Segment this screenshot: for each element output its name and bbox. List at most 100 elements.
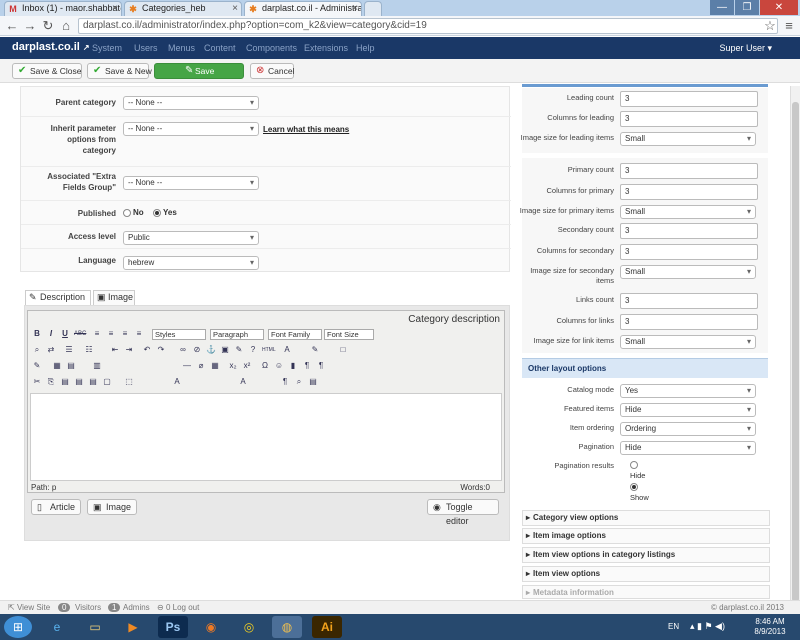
section-category-view-options[interactable]: ▸ Category view options (522, 510, 770, 526)
new-tab-button[interactable] (364, 1, 382, 16)
secondary-count-input[interactable]: 3 (620, 223, 758, 239)
toggle-editor-button[interactable]: ◉ Toggle editor (427, 499, 499, 526)
clock-date[interactable]: 8/9/2013 (750, 627, 790, 636)
bold-icon[interactable]: B (32, 329, 42, 339)
image-secondary-select[interactable]: Small (620, 265, 756, 279)
cancel-button[interactable]: ⊗ Cancel (250, 63, 294, 79)
link-icon[interactable]: ∞ (178, 345, 188, 355)
styles-select[interactable]: Styles (152, 329, 206, 340)
chrome-icon[interactable]: ◍ (272, 616, 302, 638)
columns-primary-input[interactable]: 3 (620, 184, 758, 200)
image-primary-select[interactable]: Small (620, 205, 756, 219)
html-icon[interactable]: HTML (262, 345, 276, 355)
home-icon[interactable]: ⌂ (58, 18, 74, 34)
menu-menus[interactable]: Menus (168, 43, 195, 53)
style-props-icon[interactable]: A (172, 377, 182, 387)
underline-icon[interactable]: U (60, 329, 70, 339)
pagination-results-hide-radio[interactable] (630, 461, 638, 469)
published-yes-radio[interactable] (153, 209, 161, 217)
published-no-radio[interactable] (123, 209, 131, 217)
internet-explorer-icon[interactable]: e (42, 616, 72, 638)
layer-icon[interactable]: ⬚ (124, 377, 134, 387)
paste-icon[interactable]: ▤ (60, 377, 70, 387)
undo-icon[interactable]: ↶ (142, 345, 152, 355)
tab-description[interactable]: ✎ Description (25, 290, 91, 305)
item-ordering-select[interactable]: Ordering (620, 422, 756, 436)
columns-secondary-input[interactable]: 3 (620, 244, 758, 260)
view-site-link[interactable]: ⇱ View Site (8, 603, 50, 612)
back-icon[interactable]: ← (4, 18, 20, 34)
reload-icon[interactable]: ↻ (40, 18, 56, 34)
logout-link[interactable]: ⊖ 0 Log out (157, 603, 199, 612)
paragraph-select[interactable]: Paragraph (210, 329, 264, 340)
redo-icon[interactable]: ↷ (156, 345, 166, 355)
save-new-button[interactable]: ✔ Save & New (87, 63, 152, 79)
section-item-image-options[interactable]: ▸ Item image options (522, 528, 770, 544)
inherit-select[interactable]: -- None -- (123, 122, 259, 136)
browser-menu-icon[interactable]: ≡ (781, 18, 797, 34)
columns-links-input[interactable]: 3 (620, 314, 758, 330)
emoticon-icon[interactable]: ☺ (274, 361, 284, 371)
help-icon[interactable]: ? (248, 345, 258, 355)
pagination-select[interactable]: Hide (620, 441, 756, 455)
pilcrow-icon[interactable]: ¶ (280, 377, 290, 387)
cleanup-icon[interactable]: ✎ (234, 345, 244, 355)
browser-tab-categories[interactable]: ✱ Categories_heb × (124, 1, 242, 16)
text-color-icon[interactable]: A (282, 345, 292, 355)
image-links-select[interactable]: Small (620, 335, 756, 349)
numbered-list-icon[interactable]: ☷ (84, 345, 94, 355)
file-explorer-icon[interactable]: ▭ (80, 616, 110, 638)
browser-tab-gmail[interactable]: M Inbox (1) - maor.shabbat@ × (4, 1, 122, 16)
photoshop-icon[interactable]: Ps (158, 616, 188, 638)
brand-link[interactable]: darplast.co.il ↗ (12, 41, 90, 53)
tab-image[interactable]: ▣ Image (93, 290, 135, 305)
close-icon[interactable]: × (232, 2, 238, 15)
maximize-icon[interactable]: ❐ (735, 0, 759, 15)
replace-icon[interactable]: ⇄ (46, 345, 56, 355)
rtl-icon[interactable]: ¶ (316, 361, 326, 371)
preview-icon[interactable]: ⌕ (294, 377, 304, 387)
anchor-icon[interactable]: ⚓ (206, 345, 216, 355)
outdent-icon[interactable]: ⇤ (110, 345, 120, 355)
menu-users[interactable]: Users (134, 43, 158, 53)
bullet-list-icon[interactable]: ☰ (64, 345, 74, 355)
media-icon[interactable]: ▮ (288, 361, 298, 371)
language-indicator[interactable]: EN (668, 622, 679, 631)
primary-count-input[interactable]: 3 (620, 163, 758, 179)
menu-components[interactable]: Components (246, 43, 297, 53)
a-icon[interactable]: A (238, 377, 248, 387)
fullscreen-icon[interactable]: □ (338, 345, 348, 355)
find-icon[interactable]: ⌕ (32, 345, 42, 355)
menu-system[interactable]: System (92, 43, 122, 53)
select-all-icon[interactable]: ▢ (102, 377, 112, 387)
insert-image-icon[interactable]: ▣ (220, 345, 230, 355)
font-size-select[interactable]: Font Size (324, 329, 374, 340)
section-metadata-information[interactable]: ▸ Metadata information (522, 585, 770, 599)
tray-icons[interactable]: ▴ ▮ ⚑ ◀) (690, 621, 725, 632)
omega-icon[interactable]: Ω (260, 361, 270, 371)
paste-text-icon[interactable]: ▤ (74, 377, 84, 387)
pagination-results-show-radio[interactable] (630, 483, 638, 491)
indent-icon[interactable]: ⇥ (124, 345, 134, 355)
close-icon[interactable]: × (112, 2, 118, 15)
remove-format-icon[interactable]: ⌀ (196, 361, 206, 371)
align-left-icon[interactable]: ≡ (92, 329, 102, 339)
browser-tab-admin[interactable]: ✱ darplast.co.il - Administra × (244, 1, 362, 16)
learn-more-link[interactable]: Learn what this means (263, 125, 349, 134)
leading-count-input[interactable]: 3 (620, 91, 758, 107)
language-select[interactable]: hebrew (123, 256, 259, 270)
insert-article-button[interactable]: ▯ Article (31, 499, 81, 515)
app-icon[interactable]: ◎ (234, 616, 264, 638)
media-player-icon[interactable]: ▶ (118, 616, 148, 638)
menu-content[interactable]: Content (204, 43, 236, 53)
parent-category-select[interactable]: -- None -- (123, 96, 259, 110)
access-level-select[interactable]: Public (123, 231, 259, 245)
cut-icon[interactable]: ✂ (32, 377, 42, 387)
illustrator-icon[interactable]: Ai (312, 616, 342, 638)
paste-word-icon[interactable]: ▤ (88, 377, 98, 387)
ltr-icon[interactable]: ¶ (302, 361, 312, 371)
section-item-view-options[interactable]: ▸ Item view options (522, 566, 770, 582)
menu-extensions[interactable]: Extensions (304, 43, 348, 53)
columns-leading-input[interactable]: 3 (620, 111, 758, 127)
page-scrollbar[interactable] (790, 86, 800, 602)
